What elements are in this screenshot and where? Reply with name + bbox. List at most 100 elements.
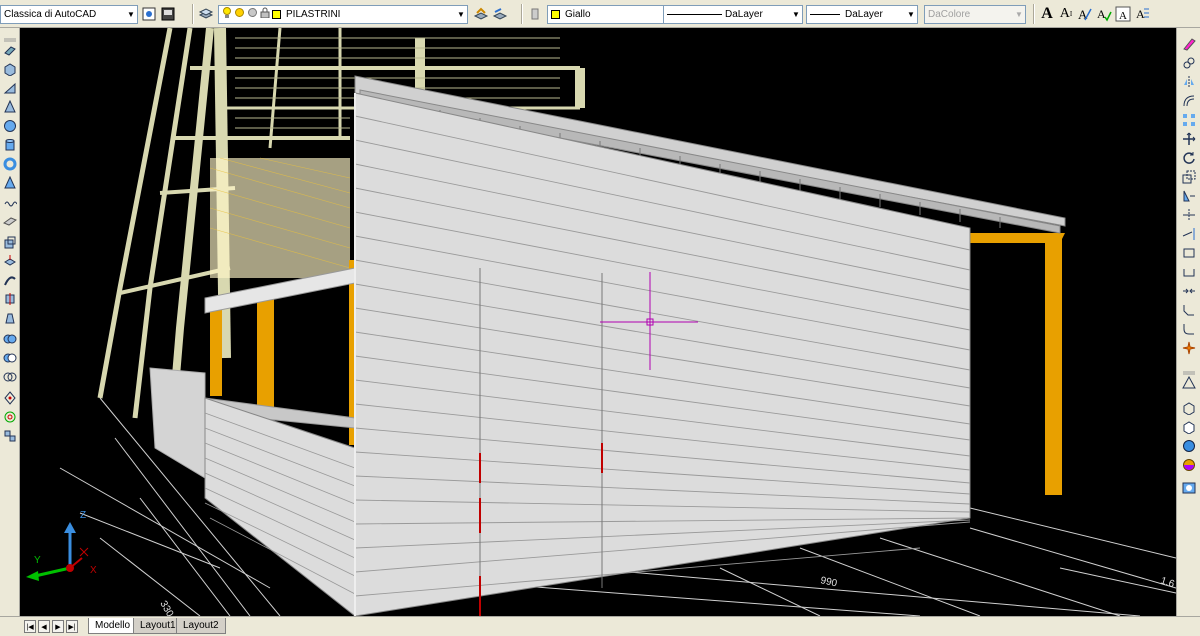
column — [210, 301, 222, 396]
cone-icon[interactable] — [2, 99, 18, 115]
3d-align-icon[interactable] — [2, 428, 18, 444]
3d-rotate-icon[interactable] — [2, 409, 18, 425]
color-dropdown[interactable]: Giallo ▼ — [547, 4, 675, 24]
modify-toolbar — [1176, 28, 1200, 616]
line-sample-icon — [667, 13, 722, 15]
move-icon[interactable] — [1181, 131, 1197, 147]
lineweight-dropdown[interactable]: DaLayer ▼ — [806, 4, 918, 24]
text-find-icon[interactable]: A — [1076, 5, 1094, 23]
chevron-down-icon: ▼ — [127, 9, 135, 19]
realistic-icon[interactable] — [1181, 438, 1197, 454]
fillet-icon[interactable] — [1181, 321, 1197, 337]
text-justify-icon[interactable]: A — [1133, 5, 1151, 23]
color-palette-icon[interactable] — [526, 5, 544, 23]
ucs-z-label: Z — [80, 510, 86, 521]
presspull-icon[interactable] — [2, 253, 18, 269]
trim-icon[interactable] — [1181, 207, 1197, 223]
dim-label-1: 990 — [819, 575, 838, 589]
helix-icon[interactable] — [2, 194, 18, 210]
union-icon[interactable] — [2, 331, 18, 347]
ucs-x-label: X — [90, 565, 97, 576]
erase-icon[interactable] — [1181, 36, 1197, 52]
spell-check-icon[interactable]: A — [1095, 5, 1113, 23]
wireframe-icon[interactable] — [1181, 400, 1197, 416]
extend-icon[interactable] — [1181, 226, 1197, 242]
tab-label: Layout1 — [140, 620, 176, 631]
ucs-y-label: Y — [34, 555, 41, 566]
svg-text:A: A — [1119, 10, 1127, 22]
bulb-icon — [222, 6, 232, 22]
mirror-icon[interactable] — [1181, 74, 1197, 90]
svg-text:A: A — [1136, 7, 1145, 21]
model-viewport[interactable]: 990 1.6 330 Z Y X — [20, 28, 1176, 616]
rotate-icon[interactable] — [1181, 150, 1197, 166]
dim-label-2: 1.6 — [1159, 575, 1176, 590]
offset-icon[interactable] — [1181, 93, 1197, 109]
workspace-save-icon[interactable] — [159, 5, 177, 23]
mesh-panel — [210, 158, 350, 278]
layer-previous-icon[interactable] — [491, 5, 509, 23]
box-icon[interactable] — [2, 61, 18, 77]
array-icon[interactable] — [1181, 112, 1197, 128]
last-tab-icon[interactable]: ▶| — [66, 620, 78, 633]
linetype-dropdown[interactable]: DaLayer ▼ — [663, 4, 803, 24]
break-icon[interactable] — [1181, 245, 1197, 261]
copy-icon[interactable] — [1181, 55, 1197, 71]
chamfer-icon[interactable] — [1181, 302, 1197, 318]
tab-layout2[interactable]: Layout2 — [176, 618, 226, 634]
ucs-icon: Z Y X — [26, 510, 97, 581]
dim-label-3: 330 — [157, 599, 175, 616]
text-style-icon[interactable]: A — [1038, 5, 1056, 23]
explode-icon[interactable] — [1181, 340, 1197, 356]
3d-move-icon[interactable] — [2, 390, 18, 406]
svg-text:A: A — [1078, 7, 1088, 22]
drawing-area: 990 1.6 330 Z Y X — [26, 28, 1176, 616]
prev-tab-icon[interactable]: ◀ — [38, 620, 50, 633]
wedge-icon[interactable] — [2, 80, 18, 96]
lower-wall — [204, 397, 356, 616]
subtract-icon[interactable] — [2, 350, 18, 366]
make-current-layer-icon[interactable] — [472, 5, 490, 23]
next-tab-icon[interactable]: ▶ — [52, 620, 64, 633]
color-value: Giallo — [565, 8, 591, 20]
break-at-point-icon[interactable] — [1181, 264, 1197, 280]
extrude-icon[interactable] — [2, 234, 18, 250]
cylinder-icon[interactable] — [2, 137, 18, 153]
text-edit-icon[interactable]: AI — [1057, 5, 1075, 23]
layer-dropdown[interactable]: PILASTRINI ▼ — [218, 4, 468, 24]
manage-visual-styles-icon[interactable] — [1181, 480, 1197, 496]
workspace-dropdown[interactable]: Classica di AutoCAD ▼ — [0, 4, 138, 24]
properties-toolbar: Classica di AutoCAD ▼ PILASTRINI ▼ Giall… — [0, 0, 1200, 28]
tab-label: Modello — [95, 620, 131, 631]
separator — [521, 4, 523, 24]
scale-icon[interactable] — [1181, 169, 1197, 185]
chevron-down-icon: ▼ — [792, 9, 800, 19]
loft-icon[interactable] — [2, 310, 18, 326]
revolve-icon[interactable] — [2, 291, 18, 307]
tab-modello[interactable]: Modello — [88, 618, 138, 634]
svg-text:A: A — [1097, 7, 1106, 21]
join-icon[interactable] — [1181, 283, 1197, 299]
line-sample-icon — [810, 13, 840, 15]
torus-icon[interactable] — [2, 156, 18, 172]
hidden-icon[interactable] — [1181, 419, 1197, 435]
first-tab-icon[interactable]: |◀ — [24, 620, 36, 633]
lineweight-value: DaLayer — [845, 8, 883, 20]
layout-tabs: |◀ ◀ ▶ ▶| Modello Layout1 Layout2 — [0, 616, 1200, 636]
polysolid-icon[interactable] — [2, 42, 18, 58]
sun-icon — [234, 7, 245, 21]
text-scale-icon[interactable]: A — [1114, 5, 1132, 23]
intersect-icon[interactable] — [2, 369, 18, 385]
column — [257, 288, 274, 413]
planar-surface-icon[interactable] — [2, 213, 18, 229]
layer-vp-icon — [247, 7, 258, 21]
chevron-down-icon: ▼ — [1015, 9, 1023, 19]
layer-manager-icon[interactable] — [197, 5, 215, 23]
conceptual-icon[interactable] — [1181, 457, 1197, 473]
stretch-icon[interactable] — [1181, 188, 1197, 204]
visual-style-icon[interactable] — [1181, 375, 1197, 391]
sweep-icon[interactable] — [2, 272, 18, 288]
pyramid-icon[interactable] — [2, 175, 18, 191]
workspace-settings-icon[interactable] — [140, 5, 158, 23]
sphere-icon[interactable] — [2, 118, 18, 134]
